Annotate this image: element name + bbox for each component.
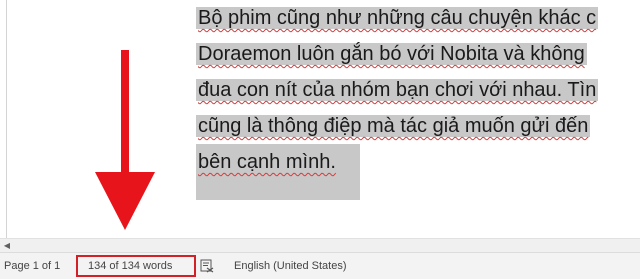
selected-text[interactable]: đua con nít của nhóm bạn chơi với nhau. … xyxy=(196,79,599,101)
annotation-arrow-icon xyxy=(95,50,155,230)
page-count[interactable]: Page 1 of 1 xyxy=(4,260,60,272)
status-bar: Page 1 of 1 134 of 134 words English (Un… xyxy=(0,252,640,279)
scroll-left-icon[interactable]: ◀ xyxy=(2,241,12,251)
text-line[interactable]: Bộ phim cũng như những câu chuyện khác c xyxy=(196,0,640,36)
horizontal-scrollbar[interactable]: ◀ xyxy=(0,238,640,252)
proofing-icon[interactable] xyxy=(200,259,214,273)
text-line[interactable]: bên cạnh mình. xyxy=(196,144,640,200)
selected-text[interactable]: Doraemon luôn gắn bó với Nobita và không xyxy=(196,43,587,65)
document-area[interactable]: Bộ phim cũng như những câu chuyện khác c… xyxy=(0,0,640,238)
document-text[interactable]: Bộ phim cũng như những câu chuyện khác c… xyxy=(196,0,640,200)
text-line[interactable]: cũng là thông điệp mà tác giả muốn gửi đ… xyxy=(196,108,640,144)
selected-text[interactable]: bên cạnh mình. xyxy=(196,144,360,200)
language-indicator[interactable]: English (United States) xyxy=(234,260,347,272)
selected-text[interactable]: cũng là thông điệp mà tác giả muốn gửi đ… xyxy=(196,115,591,137)
text-line[interactable]: Doraemon luôn gắn bó với Nobita và không xyxy=(196,36,640,72)
page-edge xyxy=(6,0,7,238)
word-count[interactable]: 134 of 134 words xyxy=(88,260,172,272)
text-line[interactable]: đua con nít của nhóm bạn chơi với nhau. … xyxy=(196,72,640,108)
selected-text[interactable]: Bộ phim cũng như những câu chuyện khác c xyxy=(196,7,599,29)
